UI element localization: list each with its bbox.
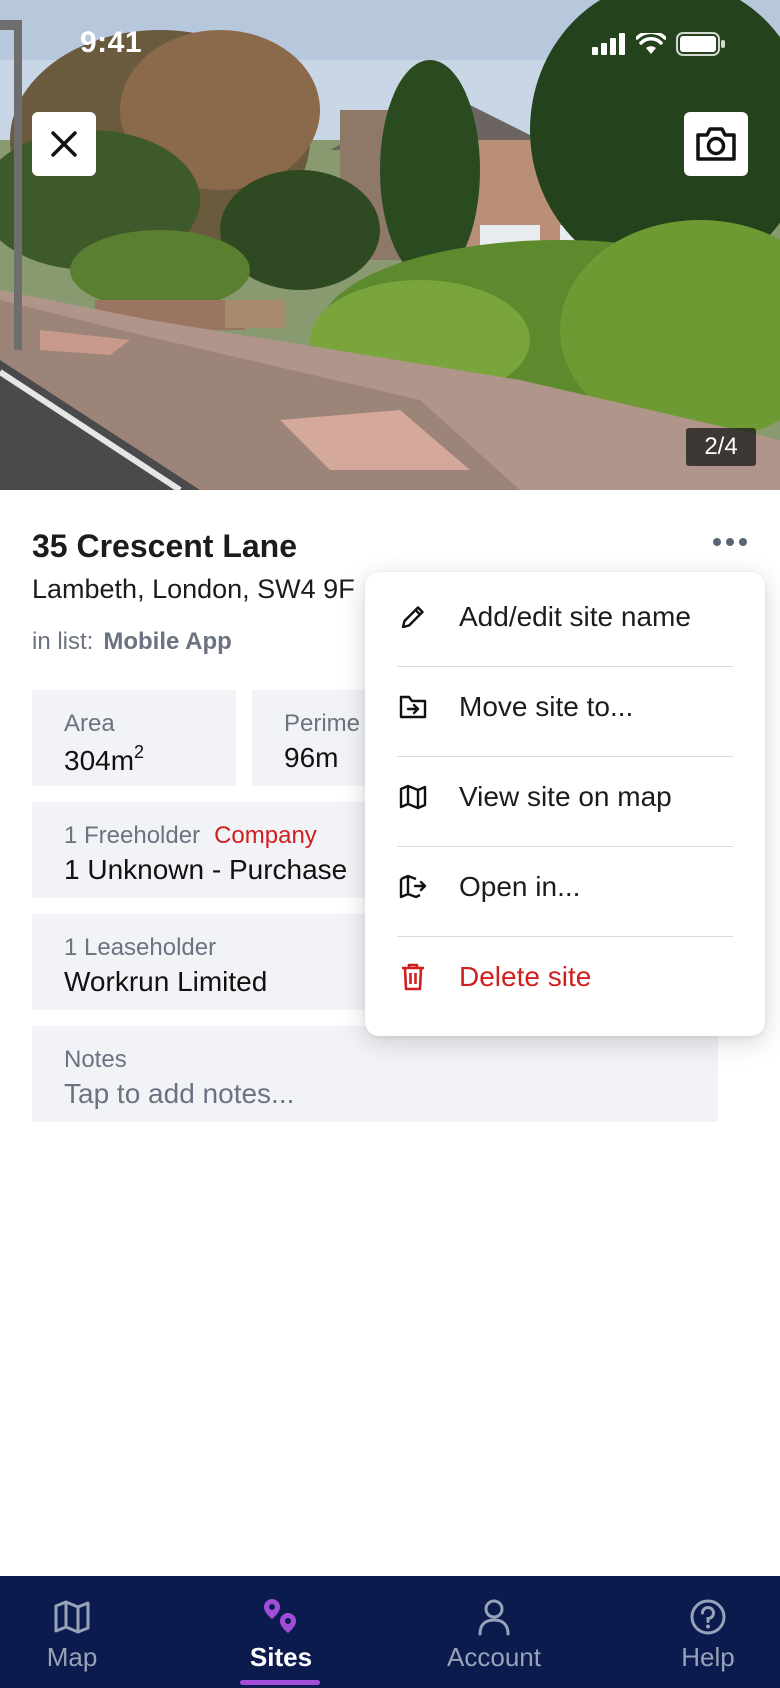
photo-counter: 2/4	[686, 428, 756, 466]
menu-label: Open in...	[459, 871, 581, 902]
site-list-row: in list: Mobile App	[32, 628, 232, 656]
perimeter-label: Perime	[284, 710, 361, 737]
more-dot	[739, 538, 747, 546]
signal-icon	[592, 33, 625, 55]
menu-item-delete-site[interactable]: Delete site	[397, 932, 733, 1022]
close-icon	[51, 131, 77, 157]
menu-label: Add/edit site name	[459, 601, 691, 632]
pencil-icon	[397, 601, 429, 633]
user-icon	[473, 1596, 515, 1638]
battery-icon	[676, 32, 725, 56]
help-icon	[687, 1596, 729, 1638]
more-options-button[interactable]	[708, 526, 752, 558]
map-open-icon	[397, 871, 429, 903]
street-view-image	[0, 0, 780, 490]
leaseholder-label: 1 Leaseholder	[64, 934, 217, 961]
map-icon	[51, 1596, 93, 1638]
nav-label: Map	[46, 1642, 98, 1672]
menu-item-view-on-map[interactable]: View site on map	[397, 752, 733, 842]
status-time: 9:41	[80, 26, 143, 59]
area-label: Area	[64, 710, 115, 737]
site-photo[interactable]: 9:41 2/4	[0, 0, 780, 490]
list-name[interactable]: Mobile App	[103, 628, 231, 656]
freeholder-label: 1 Freeholder	[64, 822, 201, 849]
area-card: Area 304m2	[32, 690, 236, 786]
area-number: 304m	[64, 745, 135, 776]
nav-item-sites[interactable]: Sites	[236, 1576, 326, 1688]
folder-move-icon	[397, 691, 429, 723]
area-value: 304m2	[64, 742, 144, 777]
wifi-icon	[636, 33, 666, 54]
map-icon	[397, 781, 429, 813]
menu-label: Delete site	[459, 961, 592, 992]
list-label: in list:	[32, 628, 94, 655]
company-tag: Company	[214, 822, 317, 849]
leaseholder-value: Workrun Limited	[64, 966, 268, 997]
freeholder-label-row: 1 Freeholder Company	[64, 822, 317, 850]
nav-label: Help	[681, 1642, 735, 1672]
nav-label: Account	[447, 1642, 541, 1672]
perimeter-value: 96m	[284, 742, 339, 773]
freeholder-value: 1 Unknown - Purchase	[64, 854, 348, 885]
trash-icon	[397, 961, 429, 993]
menu-item-edit-name[interactable]: Add/edit site name	[397, 572, 733, 662]
site-title: 35 Crescent Lane	[32, 528, 298, 564]
sites-pin-icon	[260, 1596, 302, 1638]
menu-item-open-in[interactable]: Open in...	[397, 842, 733, 932]
nav-item-account[interactable]: Account	[434, 1576, 554, 1688]
nav-label: Sites	[249, 1642, 313, 1672]
close-button[interactable]	[32, 112, 96, 176]
notes-card[interactable]: Notes Tap to add notes...	[32, 1026, 718, 1122]
camera-button[interactable]	[684, 112, 748, 176]
site-address: Lambeth, London, SW4 9F	[32, 574, 355, 604]
active-tab-indicator	[240, 1680, 320, 1685]
area-unit-superscript: 2	[134, 742, 145, 762]
menu-label: View site on map	[459, 781, 672, 812]
notes-label: Notes	[64, 1046, 127, 1073]
menu-label: Move site to...	[459, 691, 634, 722]
site-options-menu: Add/edit site name Move site to... View …	[365, 572, 765, 1036]
nav-item-map[interactable]: Map	[36, 1576, 108, 1688]
more-dot	[713, 538, 721, 546]
status-icons	[592, 32, 726, 56]
bottom-nav: Map Sites Account Help	[0, 1576, 780, 1688]
camera-icon	[696, 127, 736, 161]
menu-item-move-site[interactable]: Move site to...	[397, 662, 733, 752]
notes-input[interactable]: Tap to add notes...	[64, 1078, 294, 1110]
more-dot	[726, 538, 734, 546]
nav-item-help[interactable]: Help	[672, 1576, 744, 1688]
